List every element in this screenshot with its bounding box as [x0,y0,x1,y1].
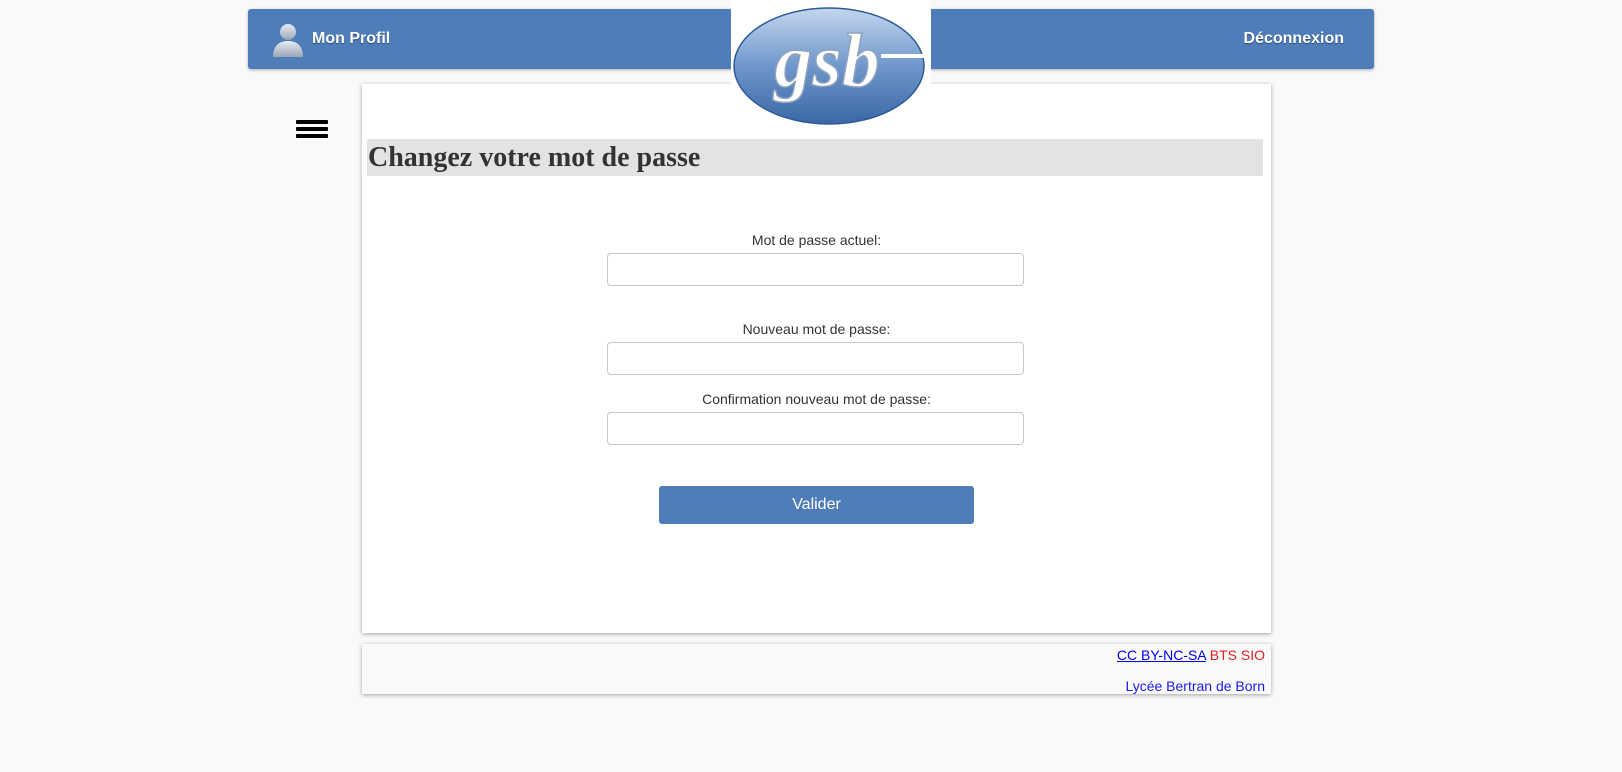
footer: CC BY-NC-SA BTS SIO Lycée Bertran de Bor… [362,644,1271,694]
profile-link[interactable]: Mon Profil [270,21,390,57]
user-icon [273,24,303,57]
profile-label: Mon Profil [312,30,391,47]
logout-link[interactable]: Déconnexion [1244,30,1344,48]
submit-button[interactable]: Valider [659,486,974,524]
page-title: Changez votre mot de passe [368,142,701,173]
school-name: Lycée Bertran de Born [1125,678,1265,694]
main-content: Changez votre mot de passe Mot de passe … [362,84,1271,633]
footer-credits: CC BY-NC-SA BTS SIO [1117,647,1265,663]
new-password-label: Nouveau mot de passe: [742,321,891,337]
hamburger-menu-icon[interactable] [296,120,328,142]
confirm-password-input[interactable] [607,412,1024,445]
logo-text: gsb [772,19,880,103]
current-password-label: Mot de passe actuel: [751,232,882,248]
confirm-password-label: Confirmation nouveau mot de passe: [702,391,931,407]
license-link[interactable]: CC BY-NC-SA [1117,647,1206,663]
program-label: BTS SIO [1209,647,1265,663]
current-password-input[interactable] [607,253,1024,286]
page-title-band: Changez votre mot de passe [367,139,1263,176]
new-password-input[interactable] [607,342,1024,375]
gsb-logo[interactable]: gsb [731,0,931,128]
